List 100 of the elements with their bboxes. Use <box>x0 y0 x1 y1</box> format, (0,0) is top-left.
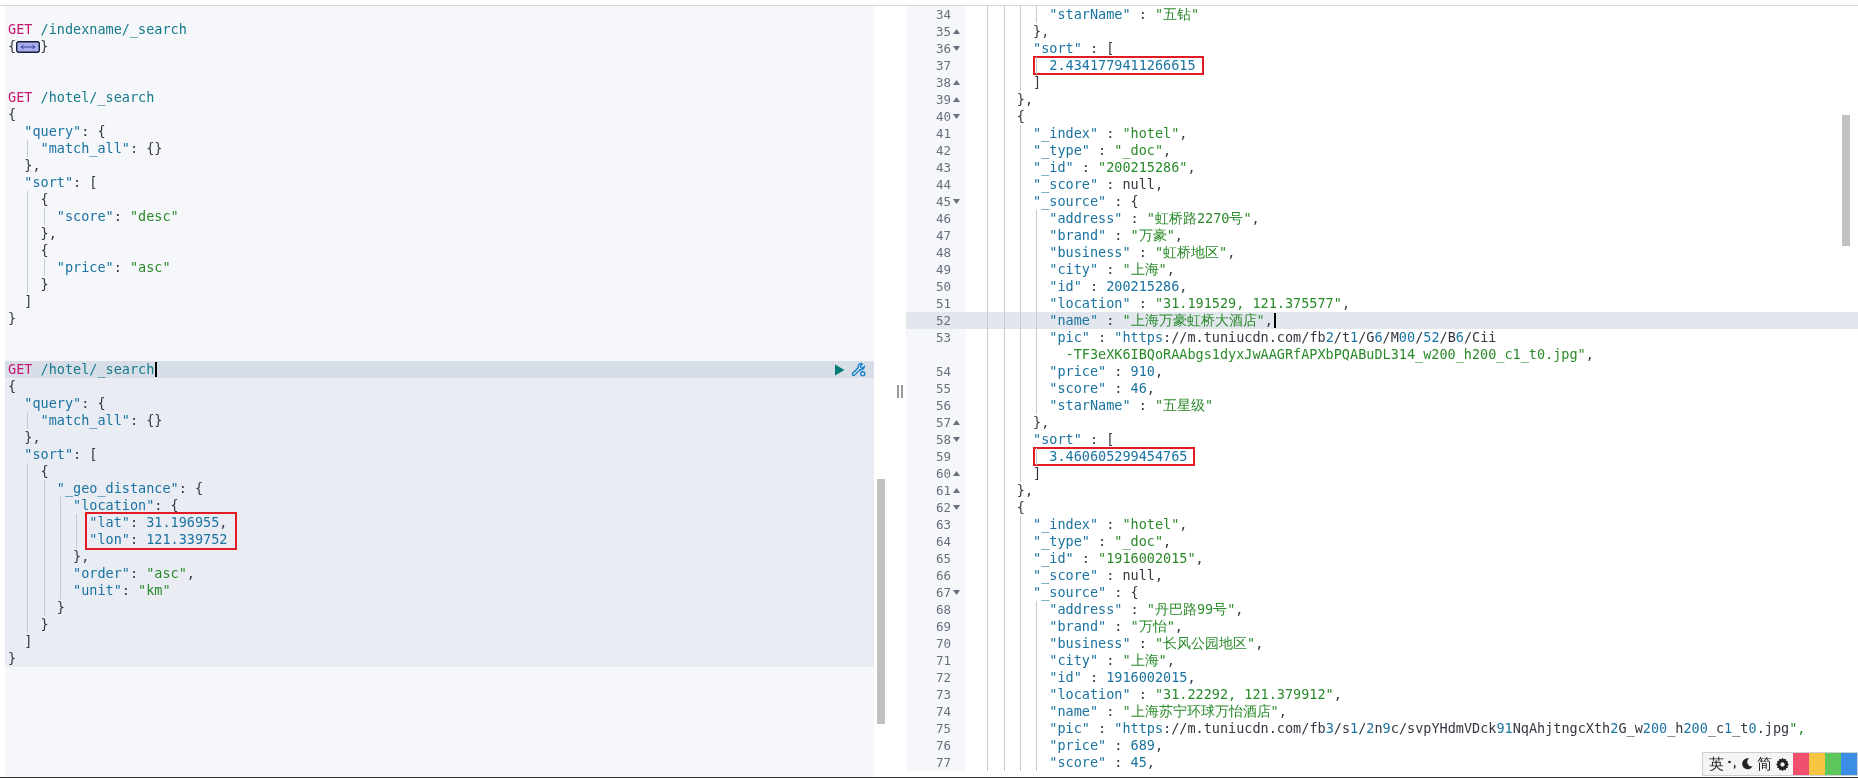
code-line: "starName" : "五星级" <box>1049 397 1214 414</box>
line-number: 55 <box>935 380 951 397</box>
settings-icon[interactable] <box>1775 756 1790 772</box>
code-line: "lat": 31.196955, <box>89 514 228 531</box>
code-line: "address" : "虹桥路2270号", <box>1049 210 1260 227</box>
line-number: 53 <box>935 329 951 346</box>
code-line: "match_all": {} <box>40 140 163 157</box>
collapsed-fold-icon[interactable] <box>16 40 41 53</box>
code-line: "business" : "长风公园地区", <box>1049 635 1264 652</box>
fold-arrow-icon[interactable] <box>953 80 960 85</box>
line-number: 42 <box>935 142 951 159</box>
code-line: ] <box>1033 465 1042 482</box>
code-line: } <box>40 276 49 293</box>
scrollbar-thumb[interactable] <box>1842 115 1850 246</box>
code-line: }, <box>1033 23 1050 40</box>
play-icon[interactable] <box>834 363 845 376</box>
code-line: "brand" : "万豪", <box>1049 227 1183 244</box>
code-line: }, <box>40 225 57 242</box>
line-number: 46 <box>935 210 951 227</box>
fold-arrow-icon[interactable] <box>953 97 960 102</box>
fold-arrow-icon[interactable] <box>953 488 960 493</box>
code-line: }, <box>1033 414 1050 431</box>
code-line: -TF3eXK6IBQoRAAbgs1dyxJwAAGRfAPXbPQABuDL314_w200_h200_c1_t0.jpg", <box>1065 346 1594 362</box>
fold-arrow-icon[interactable] <box>953 29 960 34</box>
line-number: 67 <box>935 584 951 601</box>
code-line: 3.460605299454765 <box>1049 448 1188 465</box>
fold-arrow-icon[interactable] <box>953 420 960 425</box>
code-line: }, <box>1016 91 1034 108</box>
fold-arrow-icon[interactable] <box>953 46 960 51</box>
code-line: { <box>8 38 17 55</box>
moon-icon[interactable] <box>1740 757 1754 771</box>
code-line: ] <box>1033 74 1042 91</box>
wrench-icon[interactable] <box>851 362 866 377</box>
code-line: "score" : 46, <box>1049 380 1155 397</box>
line-number: 71 <box>935 652 951 669</box>
line-number: 77 <box>935 754 951 771</box>
code-line: "_type" : "_doc", <box>1033 533 1172 550</box>
fold-arrow-icon[interactable] <box>953 114 960 119</box>
code-line: "pic" : "https://m.tuniucdn.com/fb3/s1/2n9c/svpYHdmVDck91NqAhjtngcXth2G_w200_h200_c1_t0.jpg", <box>1049 720 1806 737</box>
line-number: 48 <box>935 244 951 261</box>
code-line: } <box>8 310 17 327</box>
code-line: "business" : "虹桥地区", <box>1049 244 1236 261</box>
code-line: { <box>40 242 49 259</box>
code-line: "_index" : "hotel", <box>1033 125 1188 142</box>
code-line: }, <box>24 157 41 174</box>
fold-arrow-icon[interactable] <box>953 471 960 476</box>
line-number: 40 <box>935 108 951 125</box>
code-line: "_type" : "_doc", <box>1033 142 1172 159</box>
code-line: "_index" : "hotel", <box>1033 516 1188 533</box>
request-line[interactable]: GET /indexname/_search <box>8 21 187 38</box>
resize-handle-icon[interactable] <box>896 385 903 398</box>
code-line: "city" : "上海", <box>1049 652 1175 669</box>
code-line: "brand" : "万怡", <box>1049 618 1183 635</box>
line-number: 34 <box>935 6 951 23</box>
code-line: "_score" : null, <box>1033 176 1164 193</box>
code-line: "location": { <box>73 497 179 514</box>
request-line[interactable]: GET /hotel/_search <box>8 89 155 106</box>
fold-arrow-icon[interactable] <box>953 437 960 442</box>
ime-logo-icon <box>1793 753 1857 775</box>
code-line: "_id" : "1916002015", <box>1033 550 1204 567</box>
code-line: "lon": 121.339752 <box>89 531 228 548</box>
code-line: "_source" : { <box>1033 584 1139 601</box>
code-line: "_score" : null, <box>1033 567 1164 584</box>
line-number: 60 <box>935 465 951 482</box>
code-line: }, <box>1016 482 1034 499</box>
line-number: 36 <box>935 40 951 57</box>
code-line: "sort": [ <box>24 174 98 191</box>
code-line: "order": "asc", <box>73 565 195 582</box>
code-line: "price" : 910, <box>1049 363 1164 380</box>
code-line: "match_all": {} <box>40 412 163 429</box>
code-line: { <box>40 463 49 480</box>
line-number: 51 <box>935 295 951 312</box>
code-line: } <box>40 616 49 633</box>
fold-arrow-icon[interactable] <box>953 505 960 510</box>
line-number: 54 <box>935 363 951 380</box>
line-number: 59 <box>935 448 951 465</box>
script-mode-label[interactable]: 简 <box>1757 754 1772 774</box>
line-number: 70 <box>935 635 951 652</box>
code-line: "id" : 200215286, <box>1049 278 1188 295</box>
code-line: "query": { <box>24 123 106 140</box>
line-number: 68 <box>935 601 951 618</box>
code-line: } <box>56 599 65 616</box>
fold-arrow-icon[interactable] <box>953 590 960 595</box>
code-line: } <box>8 650 17 667</box>
fold-arrow-icon[interactable] <box>953 199 960 204</box>
code-line: "starName" : "五钻" <box>1049 6 1200 23</box>
line-number: 37 <box>935 57 951 74</box>
request-line[interactable]: GET /hotel/_search <box>8 361 155 378</box>
text-cursor <box>155 362 158 377</box>
code-line: "sort": [ <box>24 446 98 463</box>
line-number: 50 <box>935 278 951 295</box>
code-line: "name" : "上海苏宁环球万怡酒店", <box>1049 703 1287 720</box>
code-line: "price": "asc" <box>56 259 171 276</box>
code-line: "score" : 45, <box>1049 754 1155 771</box>
line-number: 74 <box>935 703 951 720</box>
code-line: "sort" : [ <box>1033 431 1115 448</box>
code-line: }, <box>24 429 41 446</box>
code-line: "location" : "31.22292, 121.379912", <box>1049 686 1342 703</box>
language-mode-label[interactable]: 英 <box>1709 754 1724 774</box>
scrollbar-thumb[interactable] <box>877 479 885 724</box>
